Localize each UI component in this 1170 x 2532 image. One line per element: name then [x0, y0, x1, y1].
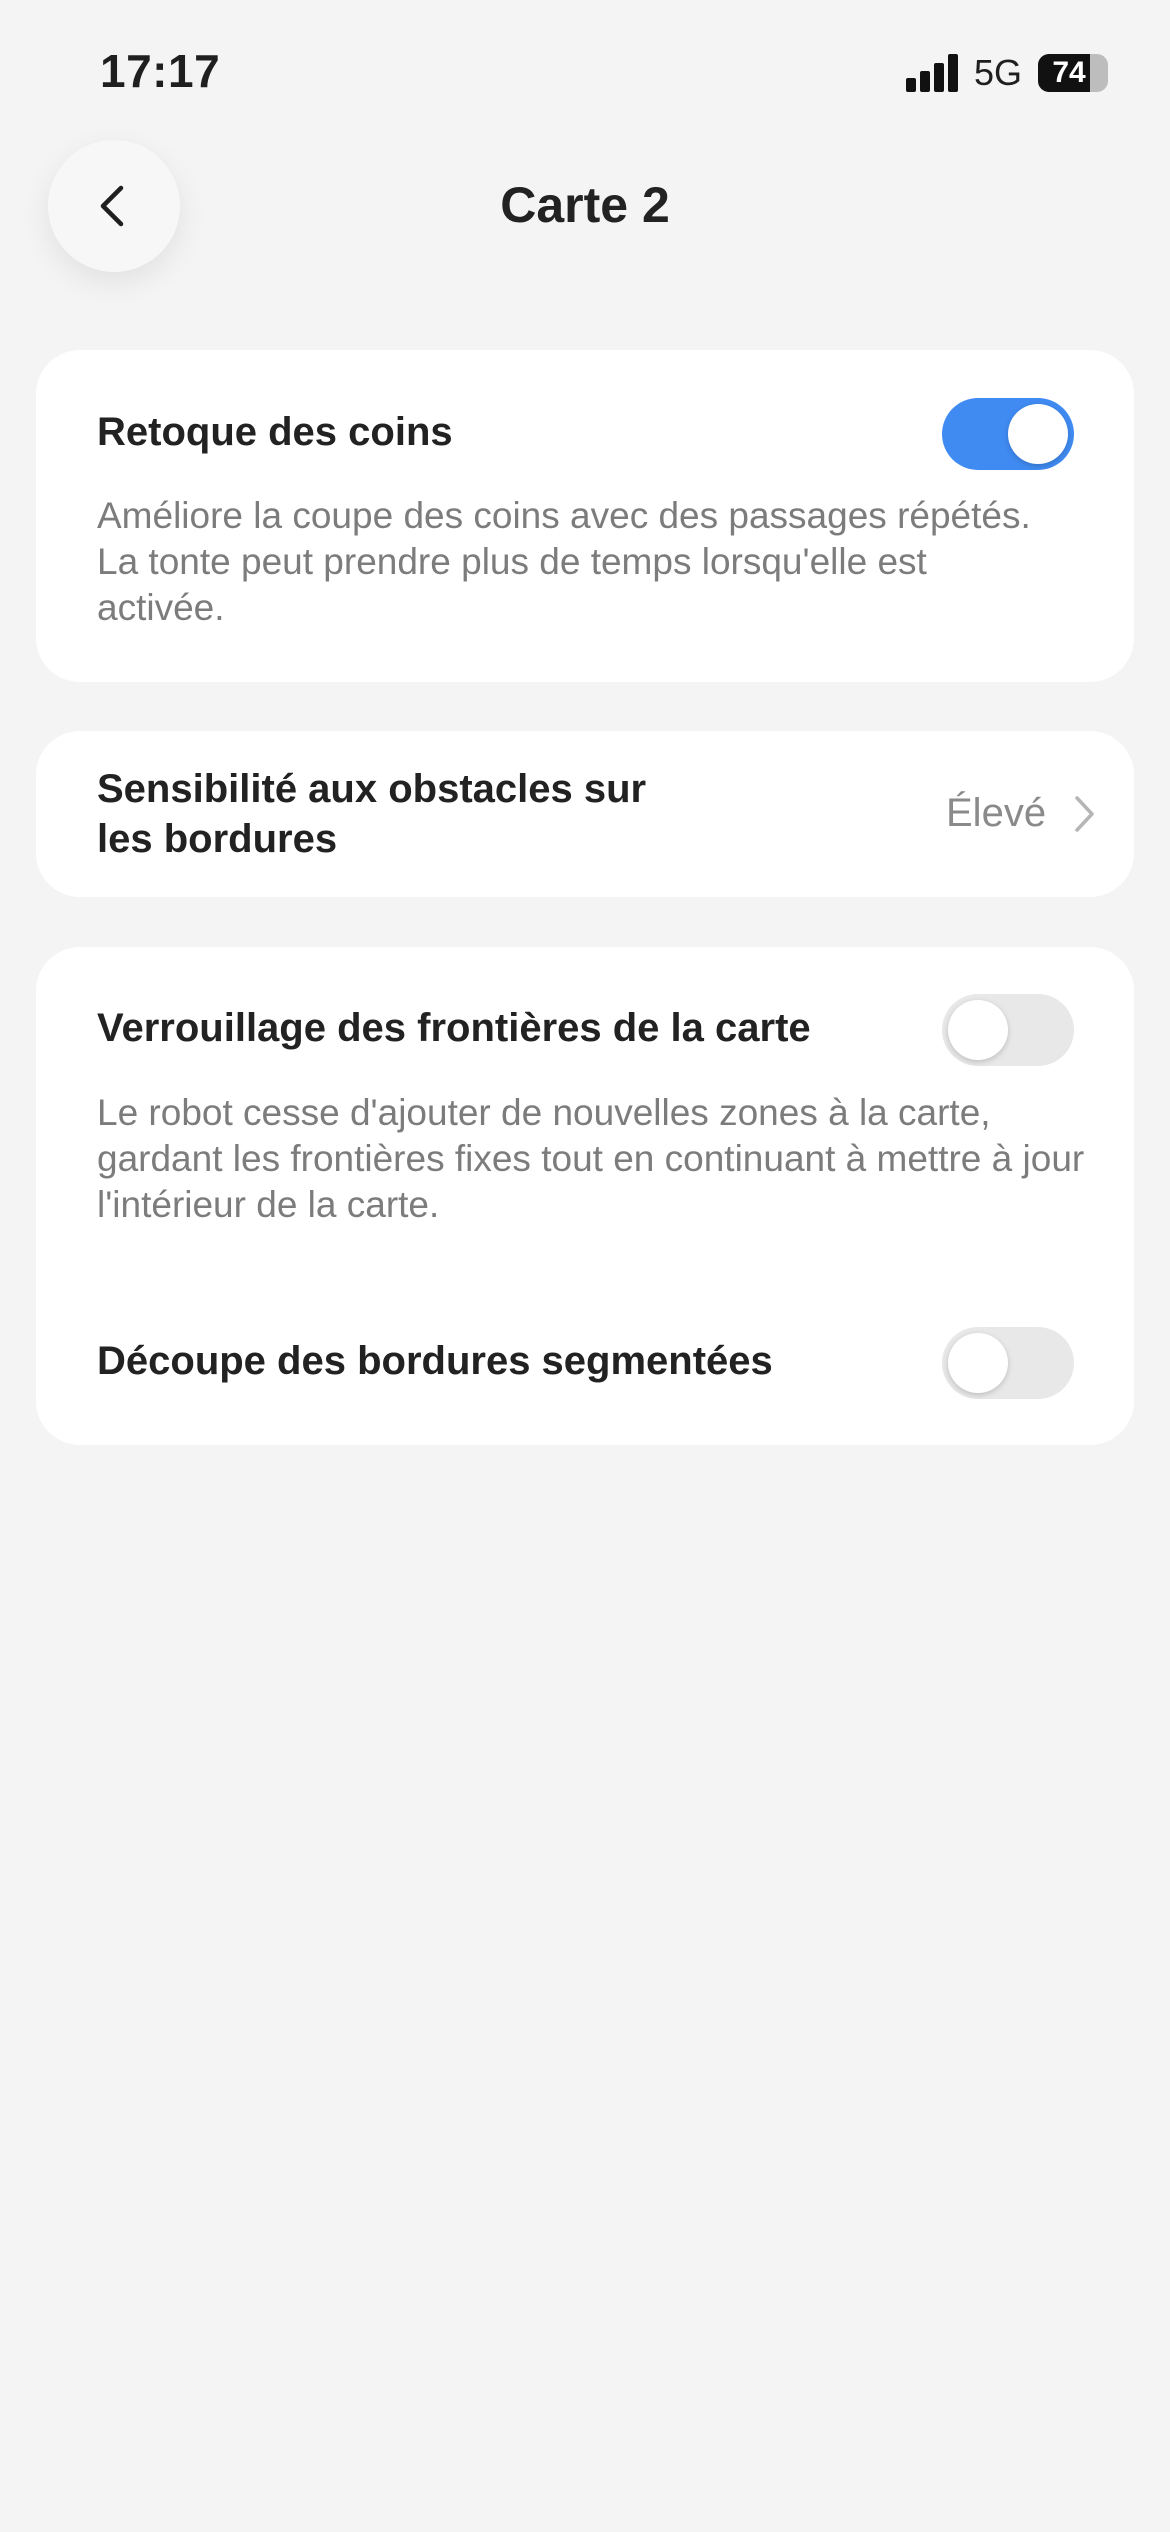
- chevron-right-icon: [1075, 796, 1094, 832]
- toggle-knob: [948, 1333, 1008, 1393]
- toggle-knob: [1008, 404, 1068, 464]
- corner-retouch-card: Retoque des coins Améliore la coupe des …: [36, 350, 1134, 682]
- status-bar: 17:17 5G 74: [0, 0, 1170, 150]
- corner-retouch-description: Améliore la coupe des coins avec des pas…: [97, 495, 1031, 628]
- battery-icon: 74: [1038, 54, 1108, 92]
- map-boundary-lock-toggle[interactable]: [942, 994, 1074, 1066]
- toggle-knob: [948, 1000, 1008, 1060]
- edge-obstacle-sensitivity-label-line1: Sensibilité aux obstacles sur: [97, 767, 647, 811]
- map-boundary-lock-label: Verrouillage des frontières de la carte: [97, 1006, 811, 1050]
- edge-obstacle-sensitivity-value: Élevé: [946, 791, 1047, 835]
- segmented-edge-cut-toggle[interactable]: [942, 1327, 1074, 1399]
- cellular-signal-icon: [906, 54, 958, 92]
- corner-retouch-toggle[interactable]: [942, 398, 1074, 470]
- map-boundary-lock-description: Le robot cesse d'ajouter de nouvelles zo…: [97, 1092, 1085, 1225]
- battery-nub: [1038, 54, 1043, 68]
- map-settings-card: Verrouillage des frontières de la carte …: [36, 947, 1134, 1445]
- corner-retouch-label: Retoque des coins: [97, 410, 453, 454]
- battery-percent: 74: [1052, 56, 1086, 89]
- segmented-edge-cut-label: Découpe des bordures segmentées: [97, 1339, 773, 1383]
- edge-obstacle-sensitivity-label-line2: les bordures: [97, 817, 338, 861]
- settings-screen: 17:17 5G 74 Carte 2 Retoque des coins Am…: [0, 0, 1170, 2532]
- page-title: Carte 2: [500, 177, 670, 233]
- status-time: 17:17: [100, 45, 221, 97]
- network-type: 5G: [974, 52, 1023, 93]
- edge-obstacle-sensitivity-row[interactable]: Sensibilité aux obstacles sur les bordur…: [36, 731, 1134, 897]
